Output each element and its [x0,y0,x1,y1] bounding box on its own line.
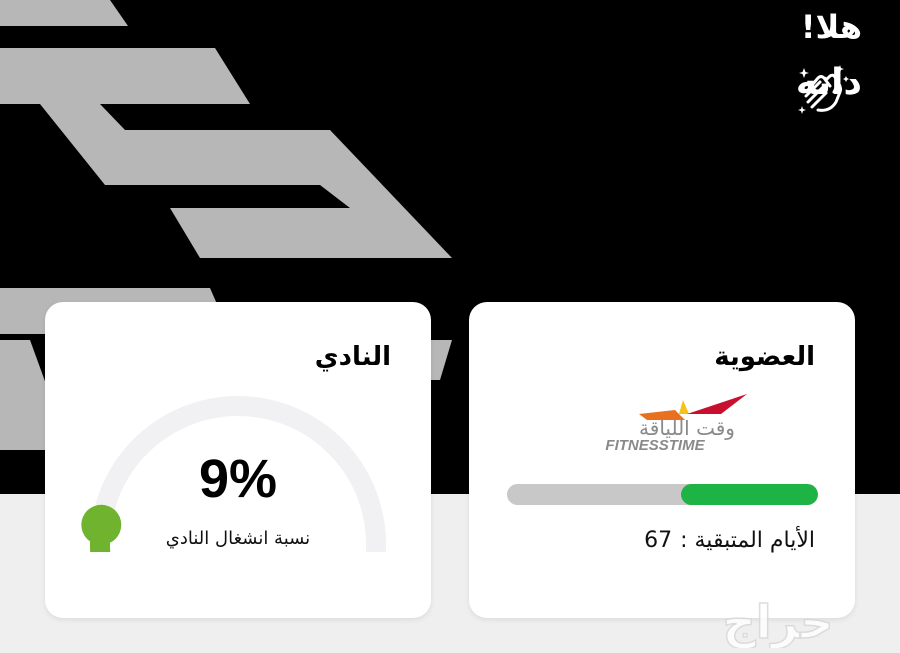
greeting-name-row: دانه [796,62,862,114]
occupancy-label: نسبة انشغال النادي [165,528,311,549]
clapping-hands-icon [797,65,849,114]
logo-english-text: FITNESSTIME [605,437,705,452]
remaining-days-row: الأيام المتبقية : 67 [644,528,815,553]
membership-progress-track [507,484,818,505]
club-card[interactable]: النادي 9% نسبة انشغال النادي [45,302,431,618]
membership-card[interactable]: العضوية وقت اللياقة FITNESSTIME الأيام ا… [469,302,855,618]
membership-title: العضوية [714,342,815,372]
fitness-time-logo: وقت اللياقة FITNESSTIME [605,394,747,452]
remaining-days-value: 67 [644,528,673,553]
haraj-watermark: حراج [722,594,834,648]
watermark-text: حراج [723,595,834,648]
greeting-hello: هلا! [800,8,862,46]
club-title: النادي [314,342,391,372]
remaining-days-label: الأيام المتبقية : [680,528,815,553]
membership-progress-fill [681,484,818,505]
occupancy-value: 9% [198,449,278,509]
